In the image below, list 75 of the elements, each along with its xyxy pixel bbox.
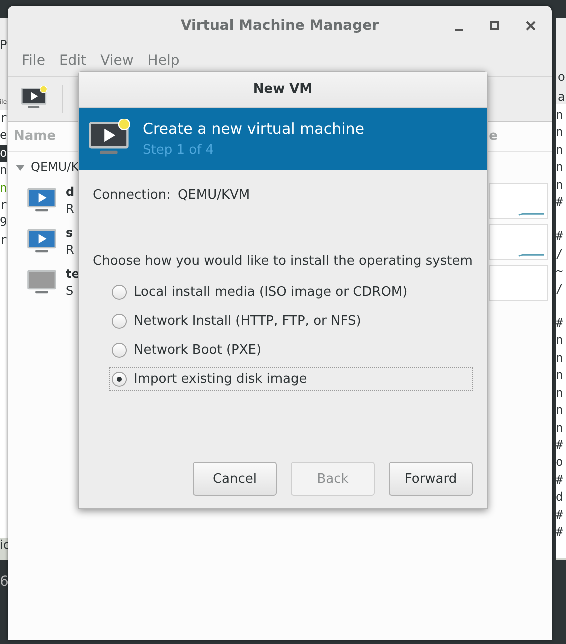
terminal-text: # xyxy=(556,228,564,246)
menu-fragment: o xyxy=(557,70,566,84)
terminal-text: ~ xyxy=(556,263,564,280)
menu-item[interactable]: Edit xyxy=(53,51,93,71)
usage-graph xyxy=(489,224,548,260)
radio-option[interactable]: Import existing disk image xyxy=(109,367,473,391)
vm-status: R xyxy=(66,243,74,257)
radio-button[interactable] xyxy=(112,314,127,328)
column-header[interactable]: e xyxy=(489,129,498,144)
window-title: Virtual Machine Manager xyxy=(180,18,380,34)
radio-option[interactable]: Network Install (HTTP, FTP, or NFS) xyxy=(109,309,473,333)
radio-button[interactable] xyxy=(112,372,127,386)
menu-fragment: a xyxy=(557,90,566,104)
terminal-text: d xyxy=(556,489,564,506)
terminal-text: n xyxy=(556,384,564,402)
connection-label: QEMU/K xyxy=(31,160,80,174)
minimize-icon xyxy=(455,29,463,31)
step-label: Step 1 of 4 xyxy=(143,143,216,158)
option-label: Network Install (HTTP, FTP, or NFS) xyxy=(134,314,362,328)
radio-option[interactable]: Local install media (ISO image or CDROM) xyxy=(109,280,473,304)
terminal-text: n xyxy=(556,159,564,176)
dialog-title: New VM xyxy=(253,82,313,97)
terminal-text: n xyxy=(0,162,8,180)
connection-label: Connection: xyxy=(93,188,171,203)
terminal-text: n xyxy=(0,180,8,197)
vm-name: s xyxy=(66,226,74,240)
terminal-text: n xyxy=(556,142,564,159)
menu-item[interactable]: Help xyxy=(142,51,186,71)
dialog-button[interactable]: Forward xyxy=(389,462,473,496)
terminal-text: /. xyxy=(556,280,566,298)
option-label: Import existing disk image xyxy=(134,372,308,386)
terminal-text: # xyxy=(556,524,564,541)
maximize-icon xyxy=(490,21,500,31)
terminal-text: o xyxy=(0,144,8,162)
radio-option[interactable]: Network Boot (PXE) xyxy=(109,338,473,362)
terminal-text: n xyxy=(556,350,564,367)
usage-graph xyxy=(489,182,548,218)
terminal-text: 9 xyxy=(0,214,8,232)
terminal-text: # xyxy=(556,472,564,489)
terminal-text: e xyxy=(0,127,8,144)
install-prompt: Choose how you would like to install the operating system xyxy=(93,254,473,269)
dialog-button[interactable]: Cancel xyxy=(193,462,277,496)
terminal-text: n xyxy=(556,107,564,124)
vm-name: d xyxy=(66,185,75,199)
terminal-text: n xyxy=(556,402,564,420)
vm-status: R xyxy=(66,202,75,216)
option-label: Network Boot (PXE) xyxy=(134,342,262,358)
terminal-text: # xyxy=(556,194,564,212)
terminal-text: r xyxy=(0,232,8,249)
menu-item[interactable]: View xyxy=(94,51,140,71)
vm-status: S xyxy=(66,284,75,298)
column-header[interactable]: Name xyxy=(14,129,56,144)
terminal-text: # xyxy=(556,506,564,524)
terminal-text: /. xyxy=(556,246,566,263)
terminal-text: n xyxy=(556,420,564,436)
radio-button[interactable] xyxy=(112,284,127,300)
menu-fragment: P xyxy=(0,38,8,52)
connection-value: QEMU/KVM xyxy=(178,188,250,203)
panel-fragment: 6 xyxy=(0,574,9,590)
terminal-text: # xyxy=(556,315,564,332)
terminal-text: r xyxy=(0,110,8,127)
option-label: Local install media (ISO image or CDROM) xyxy=(134,284,408,300)
expander-icon[interactable] xyxy=(16,162,25,172)
terminal-text: r xyxy=(0,197,8,214)
terminal-text: # xyxy=(556,436,564,454)
terminal-text: o xyxy=(556,454,564,472)
terminal-text: n xyxy=(556,367,564,384)
terminal-text: n xyxy=(556,332,564,350)
radio-button[interactable] xyxy=(112,342,127,358)
usage-graph xyxy=(489,264,548,300)
menu-item[interactable]: File xyxy=(16,51,52,71)
terminal-text: n xyxy=(556,124,564,142)
close-icon xyxy=(526,21,536,31)
dialog-heading: Create a new virtual machine xyxy=(143,120,365,138)
terminal-text: n xyxy=(556,176,564,194)
